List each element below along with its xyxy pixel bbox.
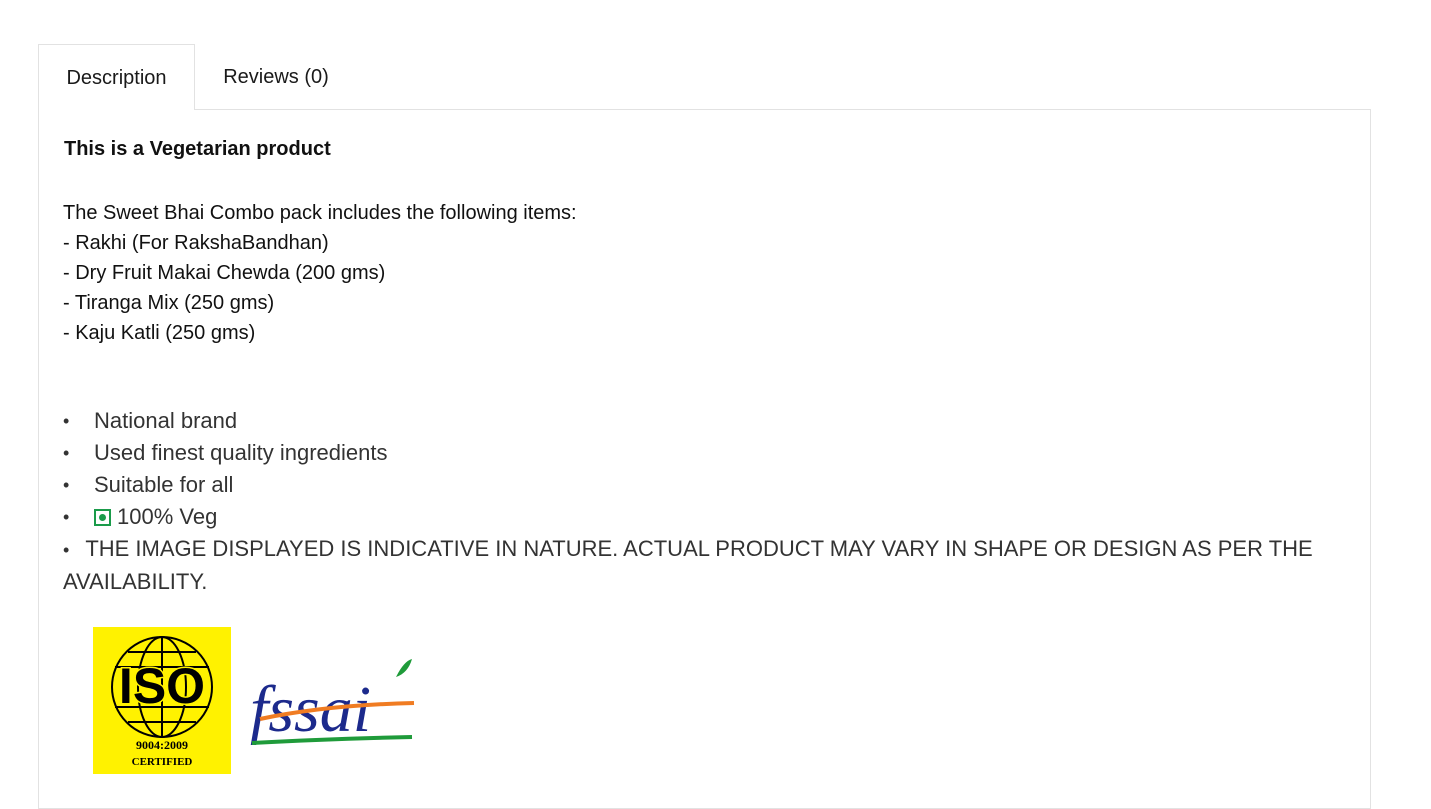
- list-item: • Used finest quality ingredients: [63, 437, 1353, 469]
- bullet: •: [63, 411, 70, 431]
- combo-contents: The Sweet Bhai Combo pack includes the f…: [63, 198, 577, 348]
- bullet: •: [63, 443, 70, 463]
- bullet: •: [63, 540, 70, 560]
- bullet: •: [63, 507, 70, 527]
- combo-item: - Tiranga Mix (250 gms): [63, 292, 275, 314]
- feature-list: • National brand • Used finest quality i…: [63, 405, 1353, 598]
- list-item: • THE IMAGE DISPLAYED IS INDICATIVE IN NA…: [63, 533, 1353, 598]
- feature-text: Suitable for all: [94, 472, 234, 497]
- list-item: • 100% Veg: [63, 501, 1353, 533]
- tab-reviews[interactable]: Reviews (0): [196, 44, 356, 109]
- bullet: •: [63, 475, 70, 495]
- combo-intro: The Sweet Bhai Combo pack includes the f…: [63, 202, 577, 224]
- iso-text: ISO: [119, 658, 205, 714]
- feature-text: 100% Veg: [117, 504, 218, 529]
- combo-item: - Kaju Katli (250 gms): [63, 322, 256, 344]
- fssai-logo: fssai: [250, 659, 415, 746]
- iso-standard-text: 9004:2009: [136, 738, 188, 752]
- list-item: • National brand: [63, 405, 1353, 437]
- product-tabs: Description Reviews (0): [38, 44, 1371, 110]
- combo-item: - Rakhi (For RakshaBandhan): [63, 232, 329, 254]
- feature-text: Used finest quality ingredients: [94, 440, 388, 465]
- leaf-icon: [396, 659, 412, 677]
- tab-description[interactable]: Description: [38, 44, 195, 110]
- iso-certified-logo: ISO 9004:2009 CERTIFIED: [93, 627, 231, 774]
- vegetarian-note: This is a Vegetarian product: [64, 138, 331, 160]
- list-item: • Suitable for all: [63, 469, 1353, 501]
- combo-item: - Dry Fruit Makai Chewda (200 gms): [63, 262, 386, 284]
- iso-certified-text: CERTIFIED: [132, 756, 193, 768]
- feature-text: National brand: [94, 408, 238, 433]
- feature-text: THE IMAGE DISPLAYED IS INDICATIVE IN NAT…: [63, 536, 1313, 594]
- veg-symbol-icon: [94, 509, 111, 526]
